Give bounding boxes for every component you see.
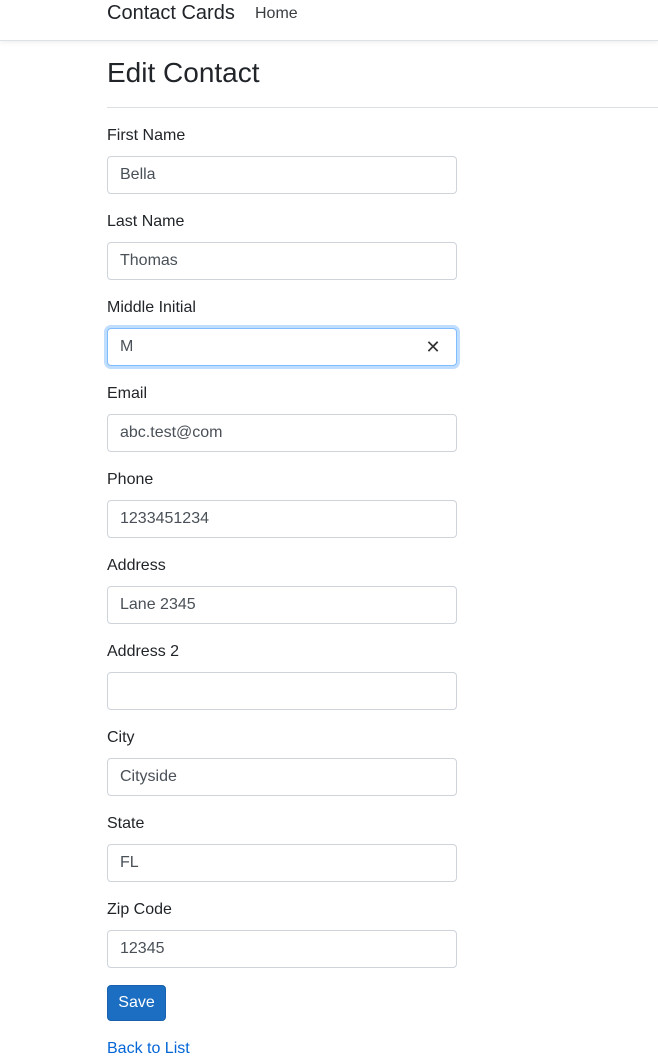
divider [107,107,658,108]
navbar: Contact Cards Home [0,0,658,41]
zip-code-label: Zip Code [107,901,172,918]
close-icon[interactable]: ✕ [424,337,442,357]
city-input[interactable] [120,759,420,795]
phone-input[interactable] [120,501,420,537]
field-first-name: First Name [107,126,457,194]
field-state: State [107,814,457,882]
back-to-list-link[interactable]: Back to List [107,1040,190,1058]
email-input[interactable] [120,415,420,451]
state-label: State [107,815,145,832]
save-button[interactable]: Save [107,985,166,1021]
brand-link[interactable]: Contact Cards [107,2,235,25]
field-email: Email [107,384,457,452]
field-zip-code: Zip Code [107,900,457,968]
city-label: City [107,729,135,746]
middle-initial-input[interactable] [120,329,420,365]
address-input[interactable] [120,587,420,623]
address-2-input[interactable] [120,673,420,709]
address-2-label: Address 2 [107,643,180,660]
field-city: City [107,728,457,796]
field-phone: Phone [107,470,457,538]
zip-code-input[interactable] [120,931,420,967]
field-middle-initial: Middle Initial ✕ [107,298,457,366]
last-name-label: Last Name [107,213,185,230]
field-address-2: Address 2 [107,642,457,710]
middle-initial-label: Middle Initial [107,299,196,316]
nav-home-link[interactable]: Home [255,5,298,23]
field-last-name: Last Name [107,212,457,280]
first-name-input[interactable] [120,157,420,193]
phone-label: Phone [107,471,154,488]
address-label: Address [107,557,166,574]
state-input[interactable] [120,845,420,881]
last-name-input[interactable] [120,243,420,279]
page-title: Edit Contact [107,57,260,88]
email-label: Email [107,385,148,402]
first-name-label: First Name [107,127,186,144]
field-address: Address [107,556,457,624]
